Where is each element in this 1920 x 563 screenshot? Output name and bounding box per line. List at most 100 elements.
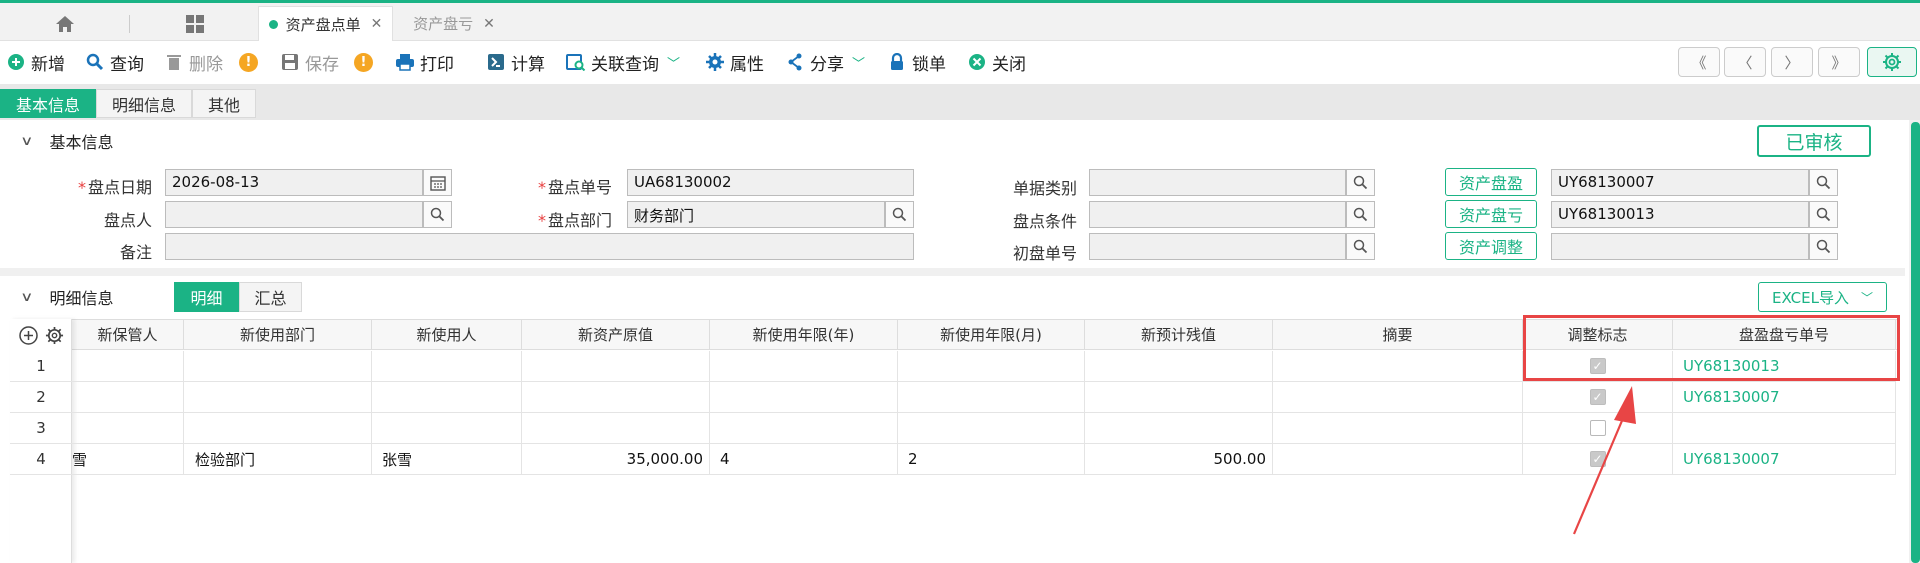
loss-lookup-button[interactable]: [1809, 201, 1838, 228]
cell-dept[interactable]: [184, 382, 372, 413]
doc-no-field[interactable]: UA68130002: [627, 169, 914, 196]
last-record-button[interactable]: 》: [1818, 47, 1860, 77]
col-summary[interactable]: 摘要: [1273, 319, 1523, 350]
vertical-scrollbar-thumb[interactable]: [1911, 122, 1920, 563]
cell-user[interactable]: [372, 351, 522, 382]
asset-adjust-button[interactable]: 资产调整: [1445, 232, 1537, 260]
col-new-months[interactable]: 新使用年限(月): [898, 319, 1085, 350]
tab-asset-count[interactable]: 资产盘点单 ✕: [258, 6, 393, 41]
close-tab-icon[interactable]: ✕: [371, 16, 383, 32]
cell-months[interactable]: 2: [898, 444, 1085, 475]
cell-years[interactable]: [710, 413, 898, 444]
asset-loss-button[interactable]: 资产盘亏: [1445, 200, 1537, 228]
row-number: 2: [10, 382, 72, 413]
lock-button[interactable]: 锁单: [887, 51, 946, 75]
cell-keeper[interactable]: [72, 413, 184, 444]
cell-user[interactable]: 张雪: [372, 444, 522, 475]
condition-lookup-button[interactable]: [1346, 201, 1375, 228]
cell-order-no[interactable]: UY68130007: [1673, 444, 1896, 475]
new-button[interactable]: 新增: [6, 51, 65, 75]
cell-summary[interactable]: [1273, 444, 1523, 475]
cell-months[interactable]: [898, 382, 1085, 413]
col-new-keeper[interactable]: 新保管人: [72, 319, 184, 350]
calculate-button[interactable]: 计算: [486, 51, 545, 75]
doc-type-lookup-button[interactable]: [1346, 169, 1375, 196]
tab-label: 基本信息: [15, 95, 80, 115]
prev-record-button[interactable]: 〈: [1724, 47, 1766, 77]
cell-keeper[interactable]: [72, 382, 184, 413]
loss-no-field[interactable]: UY68130013: [1551, 201, 1809, 228]
cell-keeper[interactable]: [72, 351, 184, 382]
surplus-lookup-button[interactable]: [1809, 169, 1838, 196]
next-record-button[interactable]: 〉: [1771, 47, 1813, 77]
person-lookup-button[interactable]: [423, 201, 452, 228]
person-field[interactable]: [165, 201, 423, 228]
close-button[interactable]: 关闭: [967, 51, 1026, 75]
col-new-dept[interactable]: 新使用部门: [184, 319, 372, 350]
cell-residual[interactable]: [1085, 351, 1273, 382]
cell-residual[interactable]: [1085, 413, 1273, 444]
grid-settings-button[interactable]: [43, 324, 65, 346]
share-button[interactable]: 分享 ﹀: [785, 51, 865, 75]
surplus-no-field[interactable]: UY68130007: [1551, 169, 1809, 196]
related-query-button[interactable]: 关联查询 ﹀: [566, 51, 680, 75]
settings-button[interactable]: [1867, 47, 1917, 77]
date-field[interactable]: 2026-08-13: [165, 169, 423, 196]
col-new-user[interactable]: 新使用人: [372, 319, 522, 350]
init-no-field[interactable]: [1089, 233, 1346, 260]
excel-import-button[interactable]: EXCEL导入 ﹀: [1758, 282, 1887, 312]
cell-order-no[interactable]: UY68130007: [1673, 382, 1896, 413]
col-new-value[interactable]: 新资产原值: [522, 319, 710, 350]
adjust-no-field[interactable]: [1551, 233, 1809, 260]
cell-value[interactable]: 35,000.00: [522, 444, 710, 475]
tab-detail[interactable]: 明细: [174, 282, 239, 312]
condition-field[interactable]: [1089, 201, 1346, 228]
cell-value[interactable]: [522, 351, 710, 382]
cell-residual[interactable]: [1085, 382, 1273, 413]
add-row-button[interactable]: [17, 324, 39, 346]
cell-months[interactable]: [898, 351, 1085, 382]
cell-years[interactable]: [710, 351, 898, 382]
delete-button[interactable]: 删除: [164, 51, 223, 75]
cell-user[interactable]: [372, 413, 522, 444]
cell-dept[interactable]: 检验部门: [184, 444, 372, 475]
cell-user[interactable]: [372, 382, 522, 413]
asset-surplus-button[interactable]: 资产盘盈: [1445, 168, 1537, 196]
tab-other[interactable]: 其他: [192, 89, 256, 118]
cell-years[interactable]: 4: [710, 444, 898, 475]
print-button[interactable]: 打印: [395, 51, 454, 75]
tab-asset-loss[interactable]: 资产盘亏 ✕: [395, 6, 513, 41]
save-button[interactable]: 保存: [280, 51, 339, 75]
first-record-button[interactable]: 《: [1678, 47, 1720, 77]
cell-summary[interactable]: [1273, 351, 1523, 382]
tab-basic-info[interactable]: 基本信息: [0, 89, 96, 118]
init-no-lookup-button[interactable]: [1346, 233, 1375, 260]
cell-months[interactable]: [898, 413, 1085, 444]
col-new-years[interactable]: 新使用年限(年): [710, 319, 898, 350]
tab-home[interactable]: [0, 6, 130, 41]
tab-detail-info[interactable]: 明细信息: [96, 89, 192, 118]
cell-value[interactable]: [522, 382, 710, 413]
cell-order-no[interactable]: [1673, 413, 1896, 444]
query-button[interactable]: 查询: [85, 51, 144, 75]
tab-summary[interactable]: 汇总: [239, 282, 302, 312]
cell-summary[interactable]: [1273, 413, 1523, 444]
tab-apps[interactable]: [132, 6, 257, 41]
dept-field[interactable]: 财务部门: [627, 201, 885, 228]
close-tab-icon[interactable]: ✕: [483, 16, 495, 32]
adjust-lookup-button[interactable]: [1809, 233, 1838, 260]
cell-dept[interactable]: [184, 351, 372, 382]
cell-residual[interactable]: 500.00: [1085, 444, 1273, 475]
col-residual[interactable]: 新预计残值: [1085, 319, 1273, 350]
cell-summary[interactable]: [1273, 382, 1523, 413]
doc-type-field[interactable]: [1089, 169, 1346, 196]
dept-lookup-button[interactable]: [885, 201, 914, 228]
cell-keeper[interactable]: 雪: [72, 444, 184, 475]
cell-years[interactable]: [710, 382, 898, 413]
date-picker-button[interactable]: [423, 169, 452, 196]
cell-dept[interactable]: [184, 413, 372, 444]
basic-info-header[interactable]: ∨ 基本信息: [0, 126, 1905, 156]
cell-value[interactable]: [522, 413, 710, 444]
property-button[interactable]: 属性: [705, 51, 764, 75]
note-field[interactable]: [165, 233, 914, 260]
